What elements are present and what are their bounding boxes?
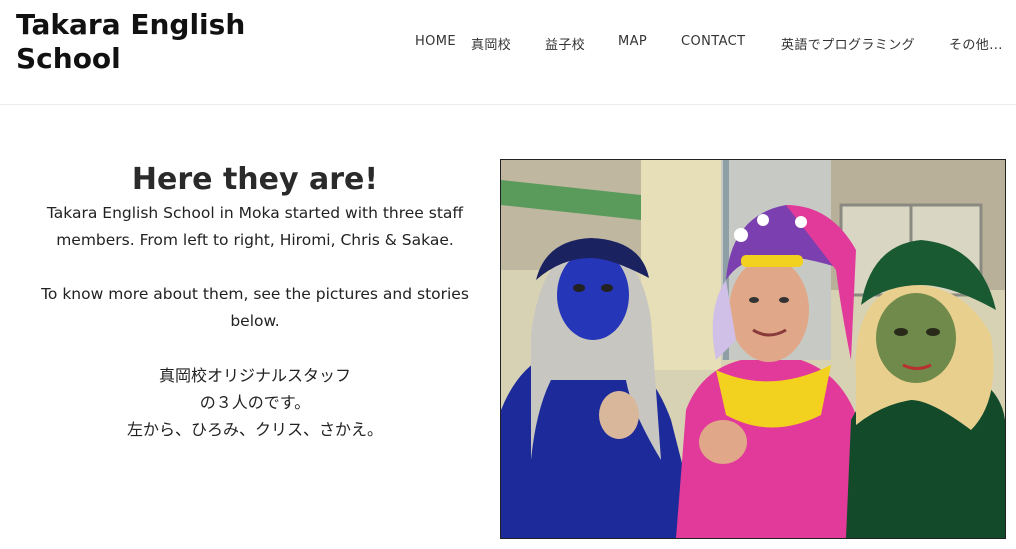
intro-text-block: Here they are! Takara English School in …: [30, 160, 480, 443]
more-line-1: To know more about them, see the picture…: [41, 285, 469, 303]
jp-line-3: 左から、ひろみ、クリス、さかえ。: [126, 420, 383, 439]
page-heading: Here they are!: [131, 162, 379, 197]
nav-home[interactable]: HOME: [415, 34, 456, 49]
nav-map[interactable]: MAP: [618, 34, 647, 49]
nav-more[interactable]: その他...: [949, 34, 1003, 53]
intro-line-1: Takara English School in Moka started wi…: [46, 204, 464, 222]
more-line-2: below.: [230, 312, 280, 330]
nav-programming[interactable]: 英語でプログラミング: [781, 34, 915, 53]
jp-line-1: 真岡校オリジナルスタッフ: [158, 366, 351, 385]
site-header: Takara English School HOME 真岡校 益子校 MAP C…: [0, 0, 1016, 105]
nav-contact[interactable]: CONTACT: [681, 34, 745, 49]
nav-moka[interactable]: 真岡校: [471, 34, 511, 53]
nav-mashiko[interactable]: 益子校: [545, 34, 585, 53]
intro-line-2: members. From left to right, Hiromi, Chr…: [56, 231, 454, 249]
jp-line-2: の３人のです。: [199, 393, 311, 412]
staff-photo-illustration: [501, 160, 1005, 538]
staff-photo: [500, 159, 1006, 539]
site-title[interactable]: Takara English School: [16, 8, 276, 76]
